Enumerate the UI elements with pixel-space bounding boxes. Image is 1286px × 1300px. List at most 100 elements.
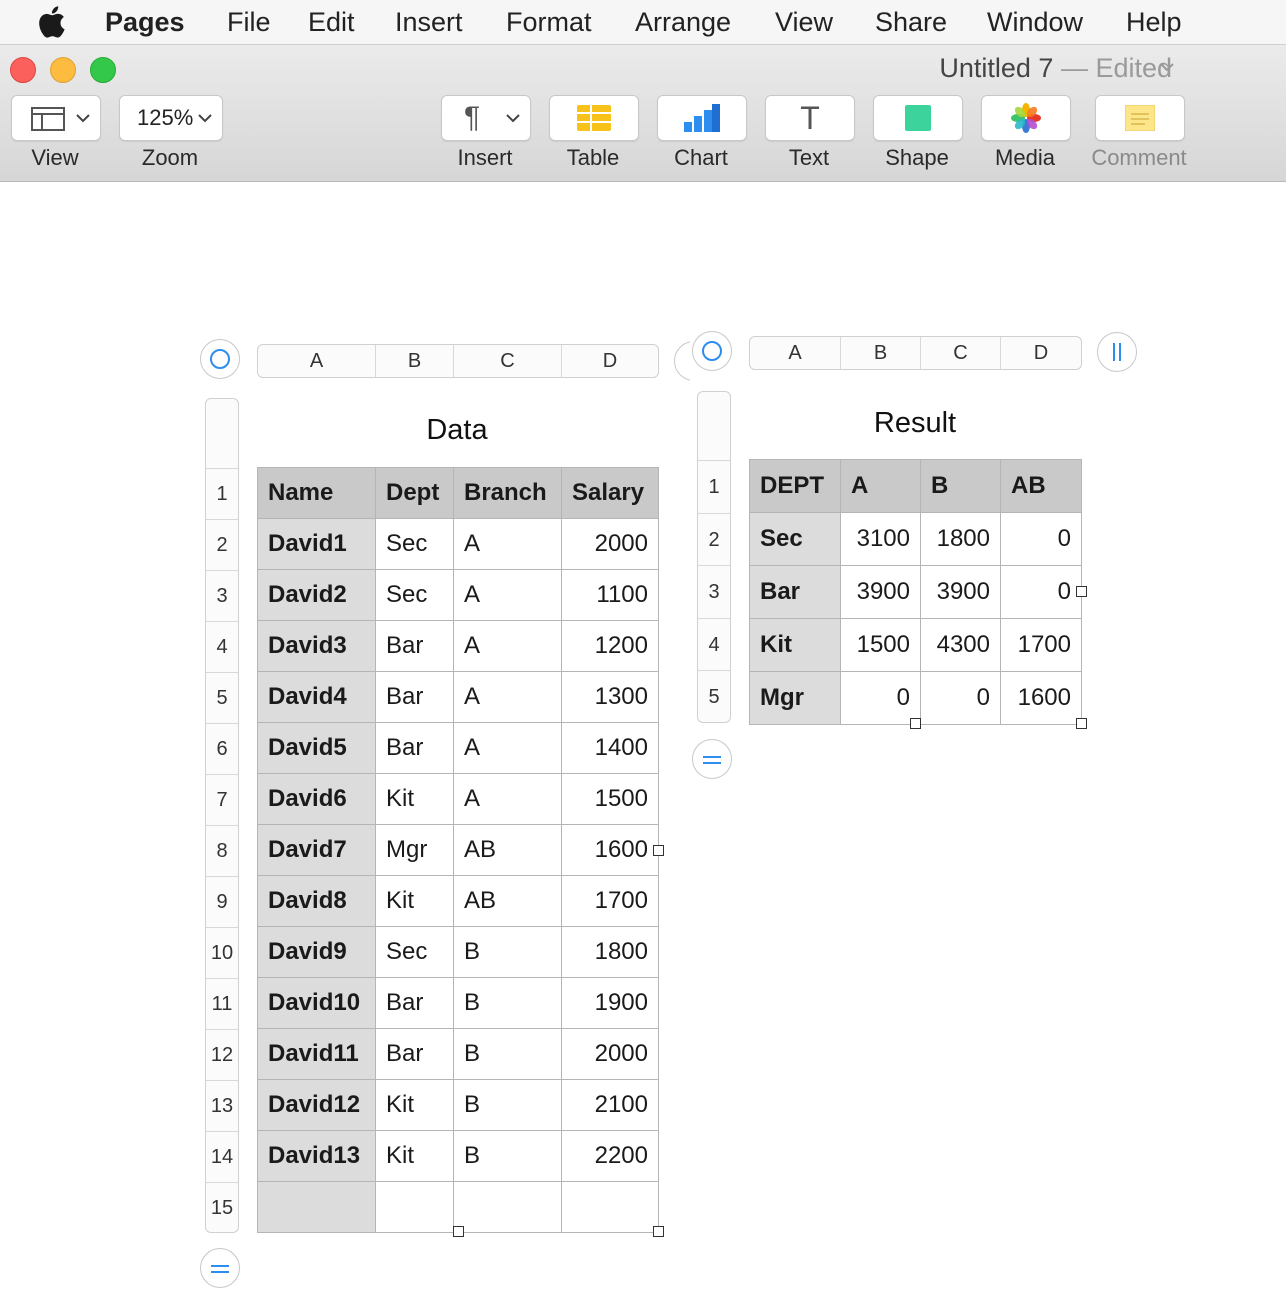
table-cell[interactable]: A [453,722,562,774]
menu-arrange[interactable]: Arrange [635,0,731,44]
row-header-cell[interactable]: Kit [749,618,841,672]
table-title-data[interactable]: Data [257,414,657,447]
row-number[interactable]: 12 [206,1029,238,1081]
header-cell[interactable]: AB [1000,459,1082,513]
row-number[interactable]: 4 [698,617,730,672]
column-header-bar[interactable]: A B C D [749,336,1082,370]
table-cell[interactable]: B [453,1028,562,1080]
row-number[interactable]: 15 [206,1182,238,1234]
table-cell[interactable]: Kit [375,1130,454,1182]
table-cell[interactable]: Kit [375,1079,454,1131]
table-cell[interactable]: 0 [1000,565,1082,619]
column-letter[interactable]: C [454,345,562,377]
row-number[interactable]: 3 [206,570,238,622]
column-header-bar[interactable]: A B C D [257,344,659,378]
table-cell[interactable]: Sec [375,926,454,978]
row-number[interactable]: 6 [206,723,238,775]
row-number[interactable]: 9 [206,876,238,928]
menu-app-pages[interactable]: Pages [105,0,185,44]
column-letter[interactable]: D [1001,337,1081,369]
table-cell[interactable]: 4300 [920,618,1001,672]
apple-logo-icon[interactable] [36,6,66,38]
view-button[interactable] [11,95,101,141]
resize-handle[interactable] [1076,718,1087,729]
column-letter[interactable]: B [841,337,921,369]
table-cell[interactable]: 1700 [561,875,659,927]
table-cell[interactable]: 0 [840,671,921,725]
row-header-bar[interactable]: 1 2 3 4 5 6 7 8 9 10 11 12 13 14 15 [205,398,239,1233]
table-cell[interactable]: A [453,620,562,672]
row-number[interactable]: 1 [206,468,238,520]
add-row-button[interactable] [692,739,732,779]
header-cell[interactable]: Dept [375,467,454,519]
row-header-cell[interactable]: David9 [257,926,376,978]
table-cell[interactable]: 2000 [561,518,659,570]
row-header-cell[interactable] [257,1181,376,1233]
row-number[interactable]: 2 [206,519,238,571]
header-cell[interactable]: Salary [561,467,659,519]
table-cell[interactable]: 3900 [920,565,1001,619]
table-cell[interactable]: 1500 [561,773,659,825]
media-button[interactable] [981,95,1071,141]
select-table-data-button[interactable] [200,339,240,379]
table-cell[interactable]: B [453,1130,562,1182]
resize-handle[interactable] [453,1226,464,1237]
row-header-cell[interactable]: Sec [749,512,841,566]
table-cell[interactable]: AB [453,824,562,876]
table-cell[interactable]: Kit [375,875,454,927]
table-cell[interactable]: 2000 [561,1028,659,1080]
resize-handle[interactable] [653,845,664,856]
row-number[interactable]: 5 [698,670,730,724]
table-cell[interactable]: 2100 [561,1079,659,1131]
row-header-cell[interactable]: David4 [257,671,376,723]
row-header-cell[interactable]: David6 [257,773,376,825]
table-cell[interactable]: Bar [375,671,454,723]
table-cell[interactable] [561,1181,659,1233]
table-cell[interactable]: A [453,773,562,825]
header-cell[interactable]: DEPT [749,459,841,513]
add-column-button[interactable] [1097,332,1137,372]
row-number[interactable]: 8 [206,825,238,877]
table-cell[interactable]: 0 [920,671,1001,725]
table-cell[interactable]: 1700 [1000,618,1082,672]
table-title-result[interactable]: Result [749,407,1081,440]
table-cell[interactable]: 1800 [561,926,659,978]
row-header-bar[interactable]: 12345 [697,391,731,723]
table-cell[interactable]: Bar [375,977,454,1029]
table-cell[interactable]: 1900 [561,977,659,1029]
table-cell[interactable] [453,1181,562,1233]
table-cell[interactable]: Sec [375,518,454,570]
title-chevron-down-icon[interactable] [1158,60,1176,74]
shape-button[interactable] [873,95,963,141]
row-header-cell[interactable]: David10 [257,977,376,1029]
row-number[interactable]: 7 [206,774,238,826]
table-cell[interactable]: B [453,926,562,978]
table-cell[interactable]: 1600 [561,824,659,876]
row-number[interactable]: 14 [206,1131,238,1183]
table-cell[interactable]: Bar [375,1028,454,1080]
table-cell[interactable]: A [453,671,562,723]
menu-edit[interactable]: Edit [308,0,355,44]
menu-share[interactable]: Share [875,0,947,44]
row-number[interactable]: 2 [698,512,730,567]
header-cell[interactable]: Branch [453,467,562,519]
table-cell[interactable]: 1400 [561,722,659,774]
menu-help[interactable]: Help [1126,0,1182,44]
row-header-cell[interactable]: David2 [257,569,376,621]
table-cell[interactable]: Sec [375,569,454,621]
header-cell[interactable]: A [840,459,921,513]
row-number[interactable]: 4 [206,621,238,673]
column-letter[interactable]: A [258,345,376,377]
menu-window[interactable]: Window [987,0,1083,44]
chart-button[interactable] [657,95,747,141]
row-header-cell[interactable]: David3 [257,620,376,672]
column-letter[interactable]: C [921,337,1001,369]
table-button[interactable] [549,95,639,141]
row-header-cell[interactable]: Bar [749,565,841,619]
resize-handle[interactable] [910,718,921,729]
row-number[interactable]: 1 [698,460,730,514]
comment-button[interactable] [1095,95,1185,141]
result-table[interactable]: DEPT A B AB Sec 3100 1800 0 Bar 3900 3900 0 Kit 1500 4… [749,459,1082,725]
row-number[interactable]: 3 [698,565,730,619]
menu-format[interactable]: Format [506,0,592,44]
